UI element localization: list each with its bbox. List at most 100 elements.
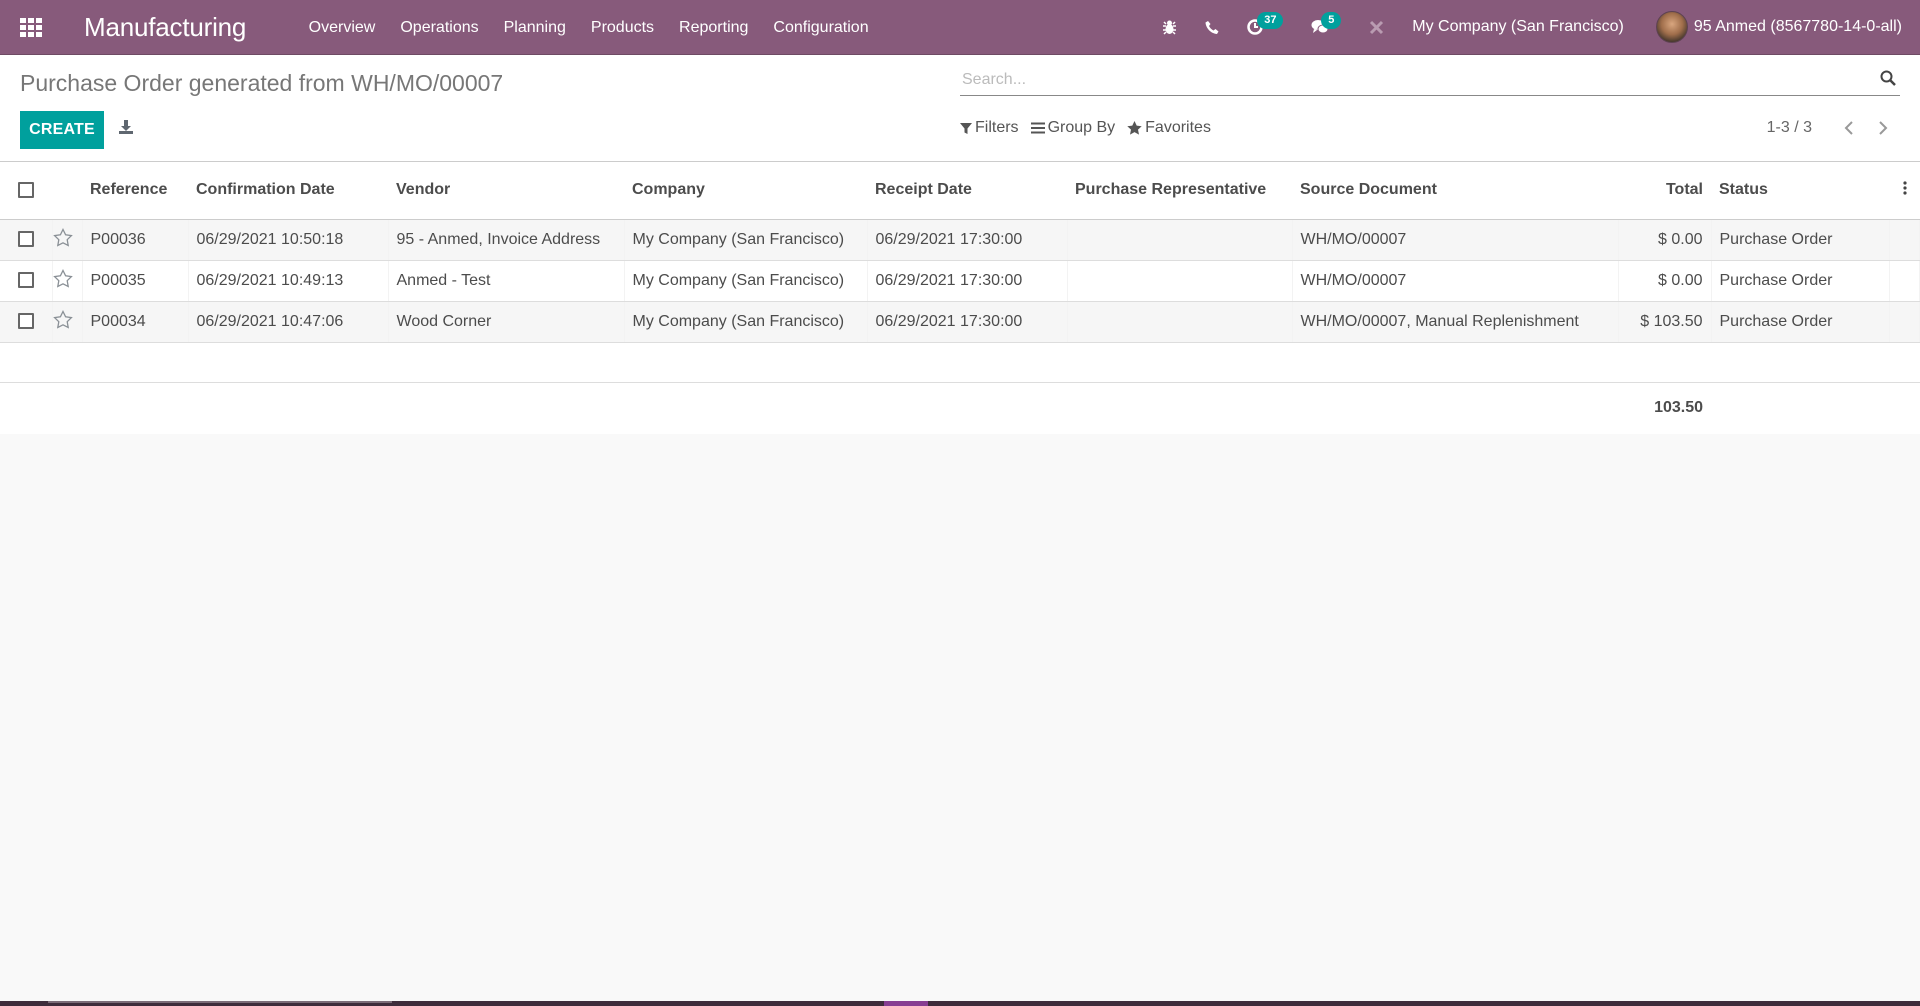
row-select-cell (0, 219, 53, 261)
group-by-label: Group By (1047, 119, 1116, 136)
top-navbar: Manufacturing Overview Operations Planni… (0, 0, 1920, 55)
chevron-left-icon (1844, 121, 1853, 135)
cell-company: My Company (San Francisco) (624, 260, 868, 302)
export-button[interactable] (118, 119, 134, 140)
table-header-row: Reference Confirmation Date Vendor Compa… (0, 162, 1920, 220)
cell-reference: P00035 (82, 260, 189, 302)
menu-operations[interactable]: Operations (388, 0, 491, 55)
grid-icon (20, 17, 42, 37)
empty-row (0, 342, 1920, 383)
favorite-header (52, 162, 82, 220)
column-purchase-representative[interactable]: Purchase Representative (1067, 162, 1292, 220)
table-row[interactable]: P00035 06/29/2021 10:49:13 Anmed - Test … (0, 260, 1920, 302)
cell-vendor: Anmed - Test (388, 260, 625, 302)
cell-reference: P00036 (82, 219, 189, 261)
menu-planning[interactable]: Planning (491, 0, 578, 55)
cell-representative (1067, 219, 1293, 261)
row-checkbox[interactable] (18, 272, 34, 289)
page-title: Purchase Order generated from WH/MO/0000… (20, 70, 504, 96)
cell-company: My Company (San Francisco) (624, 301, 868, 343)
cell-total: $ 0.00 (1618, 219, 1712, 261)
cell-status: Purchase Order (1711, 219, 1890, 261)
table-row[interactable]: P00036 06/29/2021 10:50:18 95 - Anmed, I… (0, 219, 1920, 261)
taskbar-segment (884, 1001, 928, 1006)
cell-confirmation-date: 06/29/2021 10:50:18 (188, 219, 389, 261)
search-input[interactable] (960, 71, 1880, 89)
cell-confirmation-date: 06/29/2021 10:47:06 (188, 301, 389, 343)
star-outline-icon[interactable] (52, 309, 73, 329)
cell-total: $ 103.50 (1618, 301, 1712, 343)
select-all-checkbox[interactable] (18, 182, 34, 199)
search-icon[interactable] (1880, 70, 1900, 91)
app-name[interactable]: Manufacturing (62, 12, 266, 43)
favorite-cell (52, 260, 83, 302)
cell-vendor: 95 - Anmed, Invoice Address (388, 219, 625, 261)
cell-receipt-date: 06/29/2021 17:30:00 (867, 219, 1068, 261)
cell-source-document: WH/MO/00007 (1292, 260, 1619, 302)
table-row[interactable]: P00034 06/29/2021 10:47:06 Wood Corner M… (0, 301, 1920, 343)
taskbar-segment (48, 1001, 392, 1003)
column-company[interactable]: Company (624, 162, 867, 220)
messages-button[interactable]: 5 (1297, 0, 1355, 55)
column-status[interactable]: Status (1711, 162, 1890, 220)
control-panel: Purchase Order generated from WH/MO/0000… (0, 55, 1920, 162)
user-name: 95 Anmed (8567780-14-0-all) (1693, 18, 1902, 35)
cell-representative (1067, 301, 1293, 343)
search-options: Filters Group By Favorites (960, 119, 1223, 137)
pager: 1-3 / 3 (1767, 119, 1900, 137)
taskbar-strip (0, 1001, 1920, 1006)
column-vendor[interactable]: Vendor (388, 162, 624, 220)
optional-columns-toggle[interactable] (1889, 162, 1920, 220)
row-checkbox[interactable] (18, 231, 34, 248)
list-view: Reference Confirmation Date Vendor Compa… (0, 162, 1920, 434)
filter-icon (960, 122, 972, 134)
company-switcher[interactable]: My Company (San Francisco) (1398, 18, 1638, 36)
activities-badge: 37 (1257, 11, 1284, 29)
column-source-document[interactable]: Source Document (1292, 162, 1618, 220)
wrench-close-icon (1370, 20, 1384, 34)
cell-confirmation-date: 06/29/2021 10:49:13 (188, 260, 389, 302)
bars-icon (1030, 122, 1045, 134)
pager-value[interactable]: 1-3 / 3 (1767, 119, 1812, 137)
search-bar (960, 65, 1900, 96)
purchase-orders-table: Reference Confirmation Date Vendor Compa… (0, 162, 1920, 434)
create-button[interactable]: CREATE (20, 111, 104, 149)
messages-badge: 5 (1321, 11, 1342, 29)
star-outline-icon[interactable] (52, 268, 73, 288)
apps-menu-button[interactable] (0, 0, 62, 55)
cell-representative (1067, 260, 1293, 302)
tools-button[interactable] (1355, 0, 1398, 55)
column-reference[interactable]: Reference (82, 162, 188, 220)
navbar-systray: 37 5 My Company (San Francisco) 95 Anmed… (1148, 0, 1920, 55)
cell-status: Purchase Order (1711, 260, 1890, 302)
favorites-label: Favorites (1145, 119, 1211, 136)
cell-receipt-date: 06/29/2021 17:30:00 (867, 301, 1068, 343)
column-receipt-date[interactable]: Receipt Date (867, 162, 1067, 220)
column-confirmation-date[interactable]: Confirmation Date (188, 162, 388, 220)
column-total[interactable]: Total (1618, 162, 1711, 220)
favorites-button[interactable]: Favorites (1127, 119, 1211, 137)
debug-button[interactable] (1148, 0, 1191, 55)
group-by-button[interactable]: Group By (1030, 119, 1116, 137)
row-select-cell (0, 301, 53, 343)
pager-previous-button[interactable] (1832, 121, 1866, 135)
pager-next-button[interactable] (1866, 121, 1900, 135)
cell-reference: P00034 (82, 301, 189, 343)
main-menu: Overview Operations Planning Products Re… (296, 0, 881, 55)
cell-company: My Company (San Francisco) (624, 219, 868, 261)
menu-configuration[interactable]: Configuration (761, 0, 881, 55)
cell-total: $ 0.00 (1618, 260, 1712, 302)
row-checkbox[interactable] (18, 313, 34, 330)
activities-button[interactable]: 37 (1233, 0, 1297, 55)
cell-source-document: WH/MO/00007, Manual Replenishment (1292, 301, 1619, 343)
filters-button[interactable]: Filters (960, 119, 1019, 137)
select-all-cell (0, 162, 52, 220)
phone-button[interactable] (1191, 0, 1233, 55)
menu-products[interactable]: Products (578, 0, 666, 55)
bug-icon (1163, 20, 1177, 35)
user-menu[interactable]: 95 Anmed (8567780-14-0-all) (1638, 11, 1902, 43)
row-select-cell (0, 260, 53, 302)
star-outline-icon[interactable] (52, 227, 73, 247)
menu-overview[interactable]: Overview (296, 0, 388, 55)
menu-reporting[interactable]: Reporting (667, 0, 761, 55)
